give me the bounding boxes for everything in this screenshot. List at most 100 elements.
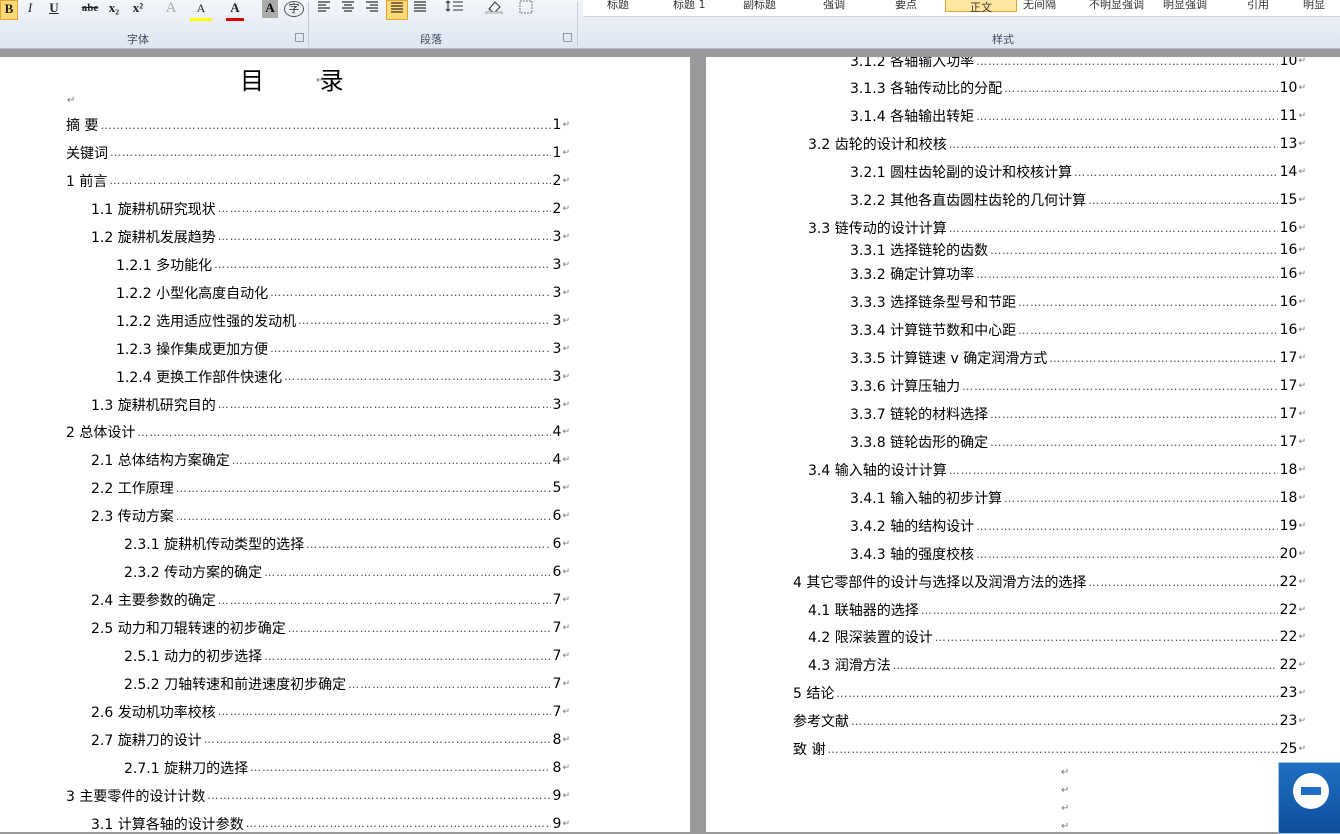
- toc-entry[interactable]: 3.3.7 链轮的材料选择…………………………………………………………………………: [850, 404, 1306, 424]
- toc-entry[interactable]: 2.4 主要参数的确定………………………………………………………………………………: [91, 590, 570, 610]
- toc-leader-dots: ……………………………………………………………………………………………………………: [976, 267, 1278, 281]
- style-item[interactable]: 明显强调: [1163, 0, 1207, 12]
- toc-entry[interactable]: 1 前言…………………………………………………………………………………………………: [66, 171, 570, 191]
- toc-entry[interactable]: 2.1 总体结构方案确定……………………………………………………………………………: [91, 450, 570, 470]
- toc-entry[interactable]: 致 谢……………………………………………………………………………………………………: [793, 739, 1306, 759]
- toc-entry[interactable]: 4 其它零部件的设计与选择以及润滑方法的选择…………………………………………………: [793, 572, 1306, 592]
- toc-page-number: 6: [552, 564, 562, 581]
- char-shading-button[interactable]: A: [262, 0, 278, 18]
- toc-entry[interactable]: 4.3 润滑方法………………………………………………………………………………………: [808, 655, 1306, 675]
- toc-leader-dots: ……………………………………………………………………………………………………………: [284, 370, 550, 384]
- style-item[interactable]: 标题: [607, 0, 629, 12]
- paragraph-mark: ↵: [1298, 549, 1306, 559]
- toc-entry[interactable]: 3.2.1 圆柱齿轮副的设计和校核计算…………………………………………………………: [850, 162, 1306, 182]
- style-item[interactable]: 标题 1: [673, 0, 706, 12]
- enclose-char-button[interactable]: 字: [284, 1, 304, 17]
- style-item[interactable]: 不明显强调: [1089, 0, 1144, 12]
- toc-page-number: 6: [552, 536, 562, 553]
- toc-entry[interactable]: 1.2 旋耕机发展趋势………………………………………………………………………………: [91, 227, 570, 247]
- text-effects-button[interactable]: A: [160, 0, 182, 18]
- toc-leader-dots: ……………………………………………………………………………………………………………: [270, 342, 550, 356]
- justify-icon[interactable]: [386, 0, 408, 20]
- toc-entry[interactable]: 1.2.2 小型化高度自动化………………………………………………………………………: [116, 283, 570, 303]
- font-color-button[interactable]: A: [226, 0, 244, 21]
- toc-entry[interactable]: 3.3.3 选择链条型号和节距……………………………………………………………………: [850, 292, 1306, 312]
- style-item[interactable]: 要点: [895, 0, 917, 12]
- toc-page-number: 3: [552, 256, 562, 273]
- toc-entry-title: 3.4 输入轴的设计计算: [808, 463, 947, 479]
- document-page-left[interactable]: 目 录 ↵ ↵ 摘 要………………………………………………………………………………: [0, 57, 690, 832]
- toc-entry[interactable]: 3.3 链传动的设计计算……………………………………………………………………………: [808, 218, 1306, 238]
- toc-entry[interactable]: 3.3.4 计算链节数和中心距……………………………………………………………………: [850, 320, 1306, 340]
- font-dialog-launcher-icon[interactable]: [295, 33, 304, 42]
- toc-entry[interactable]: 2.5 动力和刀辊转速的初步确定…………………………………………………………………: [91, 618, 570, 638]
- style-item[interactable]: 引用: [1247, 0, 1269, 12]
- toc-page-number: 23: [1279, 713, 1298, 729]
- toc-entry[interactable]: 1.2.4 更换工作部件快速化……………………………………………………………………: [116, 367, 570, 387]
- subscript-button[interactable]: x₂: [104, 0, 124, 18]
- toc-entry[interactable]: 3.1.3 各轴传动比的分配………………………………………………………………………: [850, 78, 1306, 98]
- toc-entry[interactable]: 1.2.2 选用适应性强的发动机…………………………………………………………………: [116, 311, 570, 331]
- toc-entry[interactable]: 3.1.4 各轴输出转矩……………………………………………………………………………: [850, 106, 1306, 126]
- toc-entry[interactable]: 1.1 旋耕机研究现状………………………………………………………………………………: [91, 199, 570, 219]
- align-center-icon[interactable]: [340, 0, 356, 18]
- teamviewer-widget[interactable]: [1278, 762, 1340, 834]
- toc-page-number: 1: [552, 144, 562, 161]
- shading-icon[interactable]: [484, 0, 504, 18]
- underline-button[interactable]: U: [44, 0, 64, 18]
- toc-entry[interactable]: 2.7.1 旋耕刀的选择……………………………………………………………………………: [124, 758, 570, 778]
- style-item[interactable]: 明显: [1303, 0, 1325, 12]
- toc-entry[interactable]: 2.3.2 传动方案的确定…………………………………………………………………………: [124, 562, 570, 582]
- toc-entry[interactable]: 3.1 计算各轴的设计参数…………………………………………………………………………: [91, 814, 570, 832]
- toc-entry[interactable]: 1.2.1 多功能化…………………………………………………………………………………: [116, 255, 570, 275]
- toc-entry[interactable]: 2.5.2 刀轴转速和前进速度初步确定…………………………………………………………: [124, 674, 570, 694]
- style-item[interactable]: 副标题: [743, 0, 776, 12]
- toc-entry[interactable]: 3.3.5 计算链速 v 确定润滑方式…………………………………………………………: [850, 348, 1306, 368]
- toc-entry[interactable]: 3 主要零件的设计计数………………………………………………………………………………: [66, 786, 570, 806]
- toc-entry[interactable]: 3.1.2 各轴输入功率……………………………………………………………………………: [850, 57, 1306, 71]
- toc-entry[interactable]: 1.3 旋耕机研究目的………………………………………………………………………………: [91, 395, 570, 415]
- bold-button[interactable]: B: [0, 0, 18, 20]
- styles-group-label: 样式: [992, 33, 1014, 46]
- style-item-active[interactable]: 正文: [945, 0, 1017, 14]
- distribute-icon[interactable]: [412, 0, 428, 18]
- toc-entry[interactable]: 2.7 旋耕刀的设计…………………………………………………………………………………: [91, 730, 570, 750]
- toc-entry[interactable]: 3.3.1 选择链轮的齿数…………………………………………………………………………: [850, 240, 1306, 260]
- line-spacing-icon[interactable]: [444, 0, 466, 18]
- toc-entry[interactable]: 3.4.1 输入轴的初步计算………………………………………………………………………: [850, 488, 1306, 508]
- italic-button[interactable]: I: [22, 0, 38, 18]
- toc-entry[interactable]: 3.2 齿轮的设计和校核……………………………………………………………………………: [808, 134, 1306, 154]
- toc-entry[interactable]: 1.2.3 操作集成更加方便………………………………………………………………………: [116, 339, 570, 359]
- toc-entry[interactable]: 4.1 联轴器的选择…………………………………………………………………………………: [808, 600, 1306, 620]
- align-left-icon[interactable]: [316, 0, 332, 18]
- toc-entry[interactable]: 2.5.1 动力的初步选择…………………………………………………………………………: [124, 646, 570, 666]
- toc-entry[interactable]: 3.4.3 轴的强度校核……………………………………………………………………………: [850, 544, 1306, 564]
- superscript-button[interactable]: x²: [128, 0, 148, 18]
- toc-entry[interactable]: 摘 要……………………………………………………………………………………………………: [66, 115, 570, 135]
- style-item[interactable]: 强调: [823, 0, 845, 12]
- toc-entry[interactable]: 2.2 工作原理………………………………………………………………………………………: [91, 478, 570, 498]
- strikethrough-button[interactable]: abe: [78, 0, 102, 18]
- toc-entry[interactable]: 3.4.2 轴的结构设计……………………………………………………………………………: [850, 516, 1306, 536]
- toc-entry[interactable]: 3.3.6 计算压轴力………………………………………………………………………………: [850, 376, 1306, 396]
- toc-entry[interactable]: 3.2.2 其他各直齿圆柱齿轮的几何计算………………………………………………………: [850, 190, 1306, 210]
- highlight-button[interactable]: A: [190, 0, 212, 21]
- toc-entry[interactable]: 2.3 传动方案………………………………………………………………………………………: [91, 506, 570, 526]
- borders-icon[interactable]: [518, 0, 534, 18]
- toc-entry[interactable]: 参考文献…………………………………………………………………………………………………: [793, 711, 1306, 731]
- toc-entry[interactable]: 2.3.1 旋耕机传动类型的选择…………………………………………………………………: [124, 534, 570, 554]
- toc-entry[interactable]: 2 总体设计……………………………………………………………………………………………: [66, 422, 570, 442]
- style-item[interactable]: 无间隔: [1023, 0, 1056, 12]
- toc-entry[interactable]: 3.4 输入轴的设计计算……………………………………………………………………………: [808, 460, 1306, 480]
- paragraph-dialog-launcher-icon[interactable]: [563, 33, 572, 42]
- teamviewer-arrow-icon: [1301, 787, 1321, 795]
- toc-entry-title: 4.2 限深装置的设计: [808, 630, 933, 646]
- toc-entry[interactable]: 5 结论…………………………………………………………………………………………………: [793, 683, 1306, 703]
- toc-entry[interactable]: 3.3.8 链轮齿形的确定…………………………………………………………………………: [850, 432, 1306, 452]
- toc-entry[interactable]: 3.3.2 确定计算功率……………………………………………………………………………: [850, 264, 1306, 284]
- document-page-right[interactable]: 3.1.2 各轴输入功率……………………………………………………………………………: [706, 57, 1340, 832]
- toc-entry[interactable]: 关键词……………………………………………………………………………………………………: [66, 143, 570, 163]
- align-right-icon[interactable]: [364, 0, 380, 18]
- toc-entry[interactable]: 4.2 限深装置的设计………………………………………………………………………………: [808, 627, 1306, 647]
- toc-entry[interactable]: 2.6 发动机功率校核………………………………………………………………………………: [91, 702, 570, 722]
